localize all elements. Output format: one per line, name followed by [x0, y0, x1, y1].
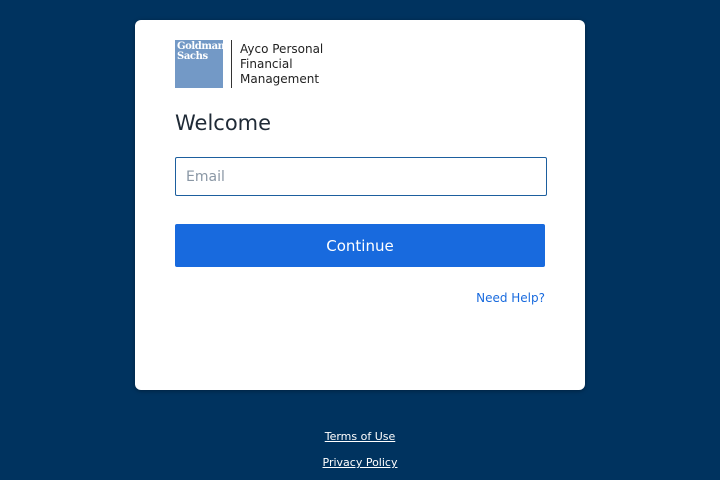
brand-line-3: Management — [240, 71, 320, 86]
logo-divider — [231, 40, 232, 88]
login-card: Goldman Sachs Ayco Personal Financial Ma… — [135, 20, 585, 390]
footer-terms: Terms of Use — [0, 430, 720, 443]
logo-mark-line-2: Sachs — [177, 51, 208, 62]
email-field[interactable] — [175, 157, 547, 196]
brand-logo: Goldman Sachs Ayco Personal Financial Ma… — [175, 40, 323, 88]
continue-button[interactable]: Continue — [175, 224, 545, 267]
privacy-policy-link[interactable]: Privacy Policy — [323, 456, 398, 469]
page-title: Welcome — [175, 111, 272, 135]
brand-name: Ayco Personal Financial Management — [240, 42, 323, 87]
footer-privacy: Privacy Policy — [0, 456, 720, 469]
goldman-sachs-logo: Goldman Sachs — [175, 40, 225, 88]
brand-line-1: Ayco Personal — [240, 41, 324, 56]
terms-of-use-link[interactable]: Terms of Use — [325, 430, 396, 443]
need-help-link[interactable]: Need Help? — [476, 291, 545, 305]
brand-line-2: Financial — [240, 56, 293, 71]
login-page: Goldman Sachs Ayco Personal Financial Ma… — [0, 0, 720, 480]
